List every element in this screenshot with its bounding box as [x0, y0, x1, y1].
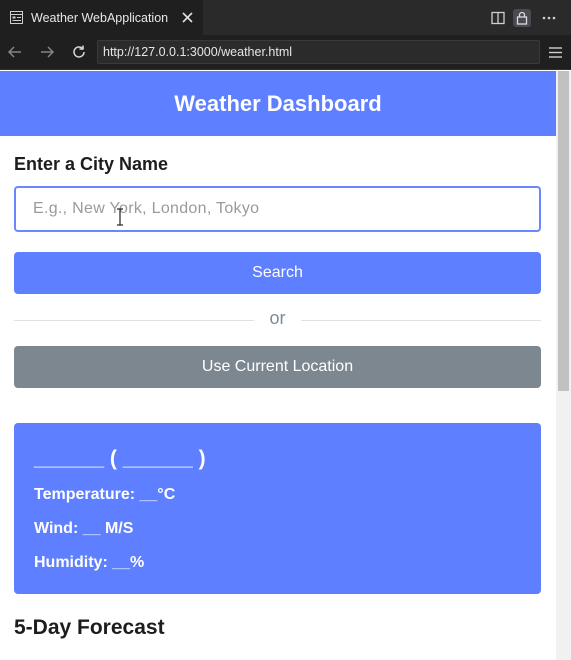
lock-icon[interactable] [513, 9, 531, 27]
divider-line-left [14, 320, 254, 321]
current-weather-card: ______ ( ______ ) Temperature: __°C Wind… [14, 423, 541, 594]
close-icon[interactable] [181, 11, 194, 24]
browser-tab-bar: Weather WebApplication [0, 0, 571, 35]
tab-title: Weather WebApplication [31, 10, 169, 25]
more-icon[interactable] [540, 9, 558, 27]
weather-wind: Wind: __ M/S [34, 520, 134, 537]
divider-or-text: or [269, 308, 286, 328]
page-title: Weather Dashboard [174, 90, 382, 116]
split-view-icon[interactable] [489, 9, 507, 27]
city-input-label: Enter a City Name [14, 154, 169, 174]
menu-icon[interactable] [548, 45, 563, 60]
back-icon[interactable] [7, 44, 23, 60]
browser-nav-bar [0, 35, 571, 70]
weather-city-date: ______ ( ______ ) [34, 447, 206, 470]
browser-tab[interactable]: Weather WebApplication [0, 0, 203, 35]
city-search-input[interactable] [14, 186, 541, 232]
search-button[interactable]: Search [14, 252, 541, 294]
divider-line-right [301, 320, 541, 321]
weather-temperature: Temperature: __°C [34, 486, 176, 503]
page-viewport: Weather Dashboard Enter a City Name Sear… [0, 71, 571, 660]
scrollbar-thumb[interactable] [558, 71, 569, 391]
url-field[interactable] [97, 40, 540, 64]
weather-humidity: Humidity: __% [34, 554, 145, 571]
page-header: Weather Dashboard [0, 71, 556, 136]
reload-icon[interactable] [71, 44, 87, 60]
use-current-location-button[interactable]: Use Current Location [14, 346, 541, 388]
favicon-icon [10, 11, 23, 24]
text-cursor-icon [117, 208, 123, 226]
forward-icon[interactable] [39, 44, 55, 60]
forecast-title: 5-Day Forecast [14, 616, 165, 639]
